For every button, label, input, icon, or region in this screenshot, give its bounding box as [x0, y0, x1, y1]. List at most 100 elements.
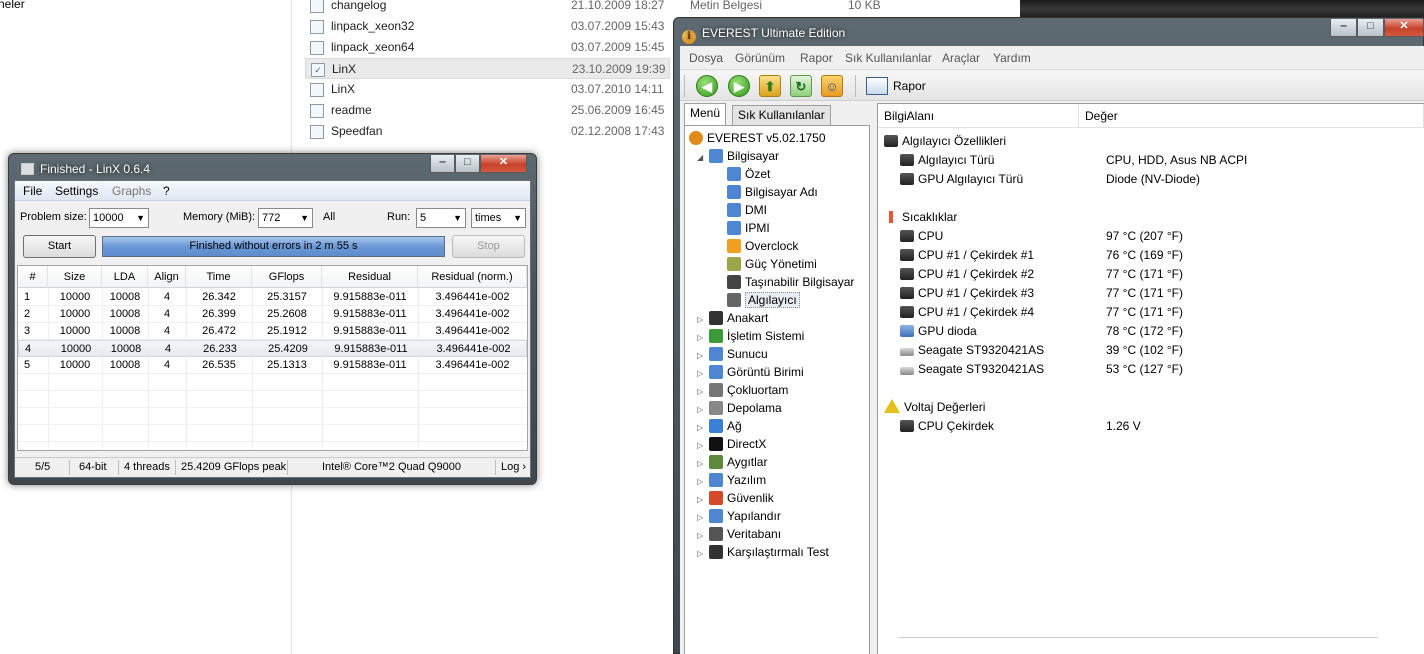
expand-arrow-icon[interactable]: ▷ [697, 545, 707, 563]
tree-node[interactable]: ▷ Görüntü Birimi [697, 363, 804, 381]
column-header[interactable]: Size [48, 266, 102, 288]
log-button[interactable]: Log › [501, 461, 526, 473]
run-unit-select[interactable]: times ▼ [471, 208, 526, 228]
tab-favorites[interactable]: Sık Kullanılanlar [732, 105, 831, 125]
detail-row[interactable]: CPU #1 / Çekirdek #2 77 °C (171 °F) [900, 265, 1420, 284]
table-row[interactable]: 4 10000 10008 4 26.233 25.4209 9.915883e-011 3.… [18, 340, 527, 357]
file-row[interactable]: linpack_xeon32 03.07.2009 15:43 [305, 16, 670, 37]
column-header[interactable]: GFlops [252, 266, 322, 288]
menu-settings[interactable]: Settings [55, 184, 98, 198]
column-header[interactable]: Residual [322, 266, 418, 288]
menu-gorunum[interactable]: Görünüm [735, 51, 785, 65]
file-row[interactable]: changelog 21.10.2009 18:27 [305, 0, 670, 16]
menu-dosya[interactable]: Dosya [689, 51, 723, 65]
refresh-icon[interactable]: ↻ [790, 75, 812, 97]
group-header[interactable]: Sıcaklıklar [884, 208, 957, 227]
tree-node[interactable]: ▷ Yazılım [697, 471, 766, 489]
file-row[interactable]: linpack_xeon64 03.07.2009 15:45 [305, 37, 670, 58]
file-row[interactable]: ✓ LinX 23.10.2009 19:39 [305, 58, 670, 79]
back-arrow-icon[interactable]: ◀ [696, 75, 718, 97]
detail-row[interactable]: CPU 97 °C (207 °F) [900, 227, 1420, 246]
tree-node[interactable]: ▷ Veritabanı [697, 525, 781, 543]
maximize-button[interactable]: □ [1357, 19, 1384, 37]
detail-row[interactable]: Algılayıcı Türü CPU, HDD, Asus NB ACPI [900, 151, 1420, 170]
column-header-field[interactable]: BilgiAlanı [878, 104, 1079, 128]
tree-node[interactable]: ▷ Güvenlik [697, 489, 774, 507]
forward-arrow-icon[interactable]: ▶ [728, 75, 750, 97]
tree-node[interactable]: EVEREST v5.02.1750 [689, 129, 826, 147]
tree-node[interactable]: ▷ Depolama [697, 399, 782, 417]
tree-node[interactable]: ▷ Ağ [697, 417, 742, 435]
detail-row[interactable]: CPU #1 / Çekirdek #1 76 °C (169 °F) [900, 246, 1420, 265]
menu-help[interactable]: ? [163, 184, 170, 198]
file-row[interactable]: Speedfan 02.12.2008 17:43 [305, 121, 670, 142]
detail-row[interactable]: CPU #1 / Çekirdek #4 77 °C (171 °F) [900, 303, 1420, 322]
tree-node[interactable]: ▷ DirectX [697, 435, 766, 453]
tab-menu[interactable]: Menü [684, 103, 727, 125]
column-header[interactable]: Time [186, 266, 252, 288]
menu-sik-kullanilanlar[interactable]: Sık Kullanılanlar [845, 51, 932, 65]
tree-node[interactable]: ◢ Bilgisayar [697, 147, 779, 165]
up-folder-icon[interactable]: ⬆ [759, 75, 781, 97]
table-row[interactable]: 5 10000 10008 4 26.535 25.1313 9.915883e-011 3.… [18, 357, 527, 374]
column-header-value[interactable]: Değer [1079, 104, 1424, 128]
group-header[interactable]: Voltaj Değerleri [884, 398, 985, 417]
detail-row[interactable]: Seagate ST9320421AS 53 °C (127 °F) [900, 360, 1420, 379]
problem-size-select[interactable]: 10000 ▼ [89, 208, 149, 228]
tree-node[interactable]: IPMI [727, 219, 770, 237]
column-header[interactable]: # [18, 266, 48, 288]
detail-row[interactable]: GPU Algılayıcı Türü Diode (NV-Diode) [900, 170, 1420, 189]
report-icon[interactable] [866, 77, 888, 95]
tree-node[interactable]: Algılayıcı [727, 291, 800, 309]
tree-node[interactable]: Overclock [727, 237, 798, 255]
collapse-arrow-icon[interactable]: ◢ [697, 149, 707, 167]
tree-node[interactable]: ▷ Yapılandır [697, 507, 781, 525]
tree-node[interactable]: ▷ Sunucu [697, 345, 768, 363]
detail-row[interactable]: GPU dioda 78 °C (172 °F) [900, 322, 1420, 341]
horizontal-scrollbar[interactable] [898, 637, 1378, 651]
tree-node[interactable]: Bilgisayar Adı [727, 183, 818, 201]
menu-araclar[interactable]: Araçlar [942, 51, 980, 65]
column-header[interactable]: Align [148, 266, 186, 288]
tree-node[interactable]: ▷ İşletim Sistemi [697, 327, 804, 345]
minimize-button[interactable]: ‒ [430, 155, 455, 173]
run-count-select[interactable]: 5 ▼ [416, 208, 466, 228]
table-row[interactable]: 1 10000 10008 4 26.342 25.3157 9.915883e-011 3.… [18, 289, 527, 306]
tree-node[interactable]: ▷ Karşılaştırmalı Test [697, 543, 829, 561]
column-header[interactable]: LDA [102, 266, 148, 288]
start-button[interactable]: Start [23, 235, 96, 258]
menu-yardim[interactable]: Yardım [993, 51, 1031, 65]
file-row[interactable]: LinX 03.07.2010 14:11 [305, 79, 670, 100]
tree-node[interactable]: DMI [727, 201, 767, 219]
close-button[interactable]: ✕ [480, 155, 527, 173]
menu-graphs[interactable]: Graphs [112, 184, 151, 198]
tree-node[interactable]: Özet [727, 165, 770, 183]
menu-file[interactable]: File [23, 184, 42, 198]
detail-row[interactable]: Seagate ST9320421AS 39 °C (102 °F) [900, 341, 1420, 360]
detail-row[interactable]: CPU #1 / Çekirdek #3 77 °C (171 °F) [900, 284, 1420, 303]
file-row[interactable]: readme 25.06.2009 16:45 [305, 100, 670, 121]
stop-button[interactable]: Stop [452, 235, 525, 258]
linx-title-bar[interactable]: Finished - LinX 0.6.4 [21, 162, 150, 176]
detail-row[interactable]: CPU Çekirdek 1.26 V [900, 417, 1420, 436]
memory-select[interactable]: 772 ▼ [258, 208, 313, 228]
group-header[interactable]: Algılayıcı Özellikleri [884, 132, 1006, 151]
tree-node[interactable]: ▷ Aygıtlar [697, 453, 767, 471]
nav-item-fragment[interactable]: neler [0, 0, 25, 11]
tree-node[interactable]: ▷ Çokluortam [697, 381, 788, 399]
memory-all-option[interactable]: All [323, 211, 335, 223]
table-row[interactable]: 2 10000 10008 4 26.399 25.2608 9.915883e-011 3.… [18, 306, 527, 323]
everest-title-bar[interactable]: i EVEREST Ultimate Edition [682, 26, 845, 44]
tree-node[interactable]: ▷ Anakart [697, 309, 768, 327]
report-button-label[interactable]: Rapor [893, 79, 926, 93]
tree-node[interactable]: Güç Yönetimi [727, 255, 817, 273]
chip-icon [900, 249, 914, 261]
tree-node[interactable]: Taşınabilir Bilgisayar [727, 273, 854, 291]
column-header[interactable]: Residual (norm.) [418, 266, 527, 288]
maximize-button[interactable]: □ [455, 155, 480, 173]
minimize-button[interactable]: ‒ [1330, 19, 1357, 37]
table-row[interactable]: 3 10000 10008 4 26.472 25.1912 9.915883e-011 3.… [18, 323, 527, 340]
users-icon[interactable]: ☺ [821, 75, 843, 97]
close-button[interactable]: ✕ [1384, 19, 1424, 37]
menu-rapor[interactable]: Rapor [800, 51, 833, 65]
